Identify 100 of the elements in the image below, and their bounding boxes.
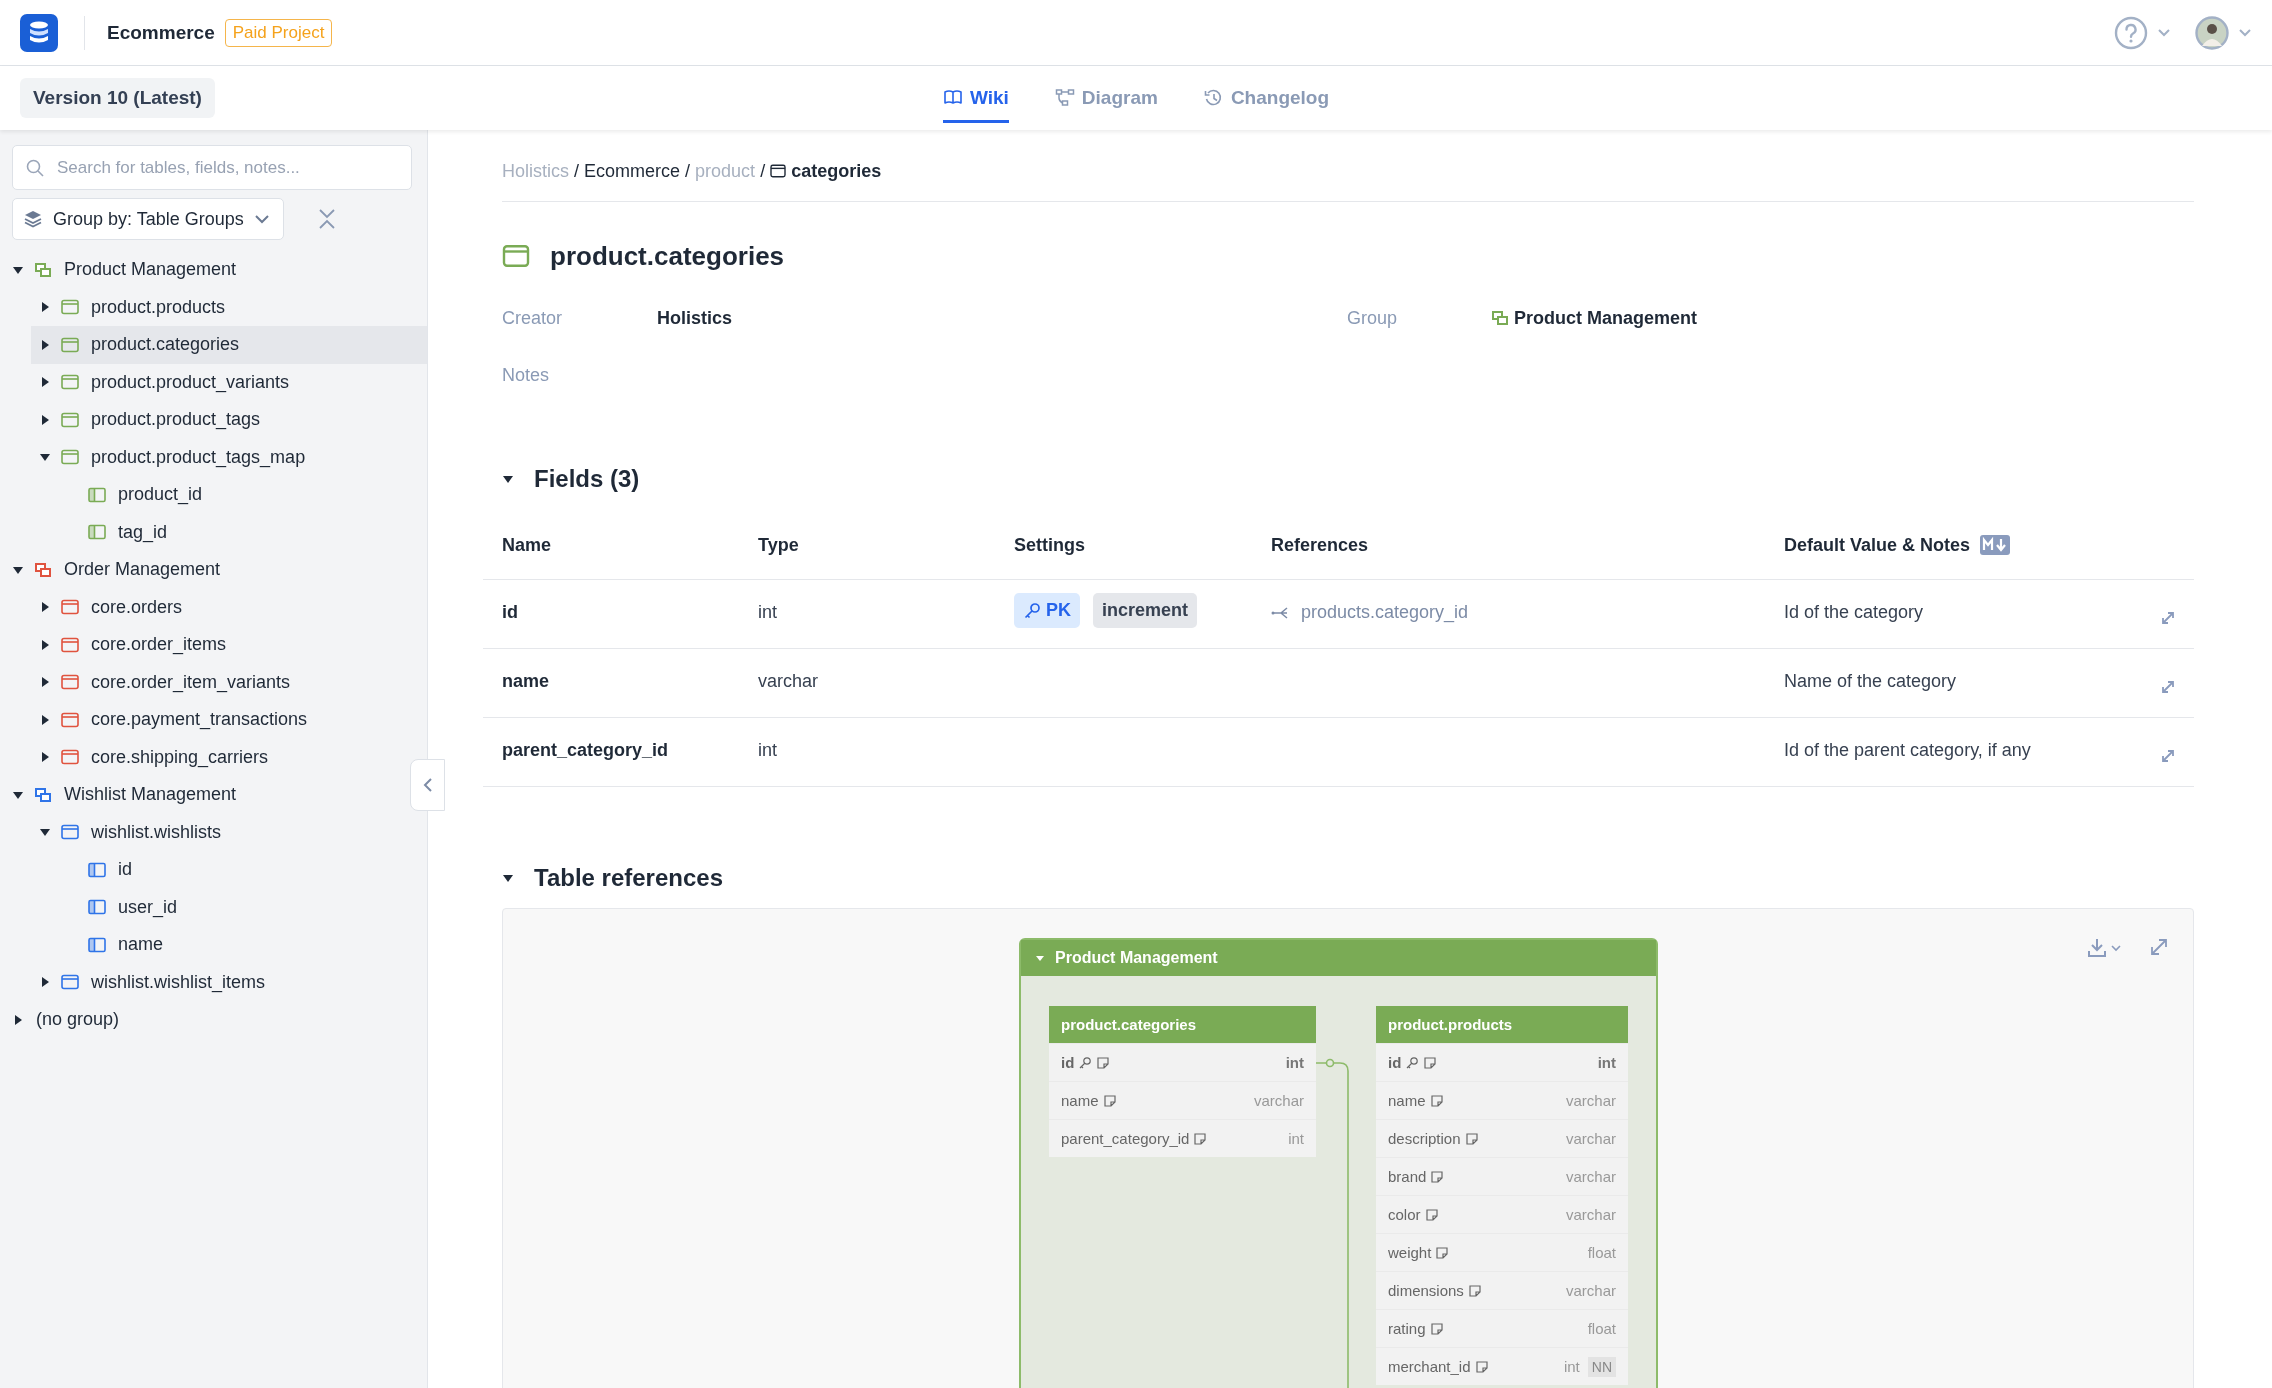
breadcrumb-separator: / bbox=[685, 160, 691, 182]
field-name: dimensions bbox=[1388, 1282, 1464, 1299]
table-icon bbox=[61, 336, 79, 353]
caret-icon[interactable] bbox=[39, 301, 51, 314]
caret-icon[interactable] bbox=[39, 676, 51, 689]
expand-icon[interactable] bbox=[2160, 679, 2176, 695]
tree-item[interactable]: product_id bbox=[58, 476, 211, 514]
download-icon[interactable] bbox=[2087, 937, 2123, 959]
reference-link[interactable]: products.category_id bbox=[1271, 602, 1469, 623]
tree-item[interactable]: core.order_items bbox=[31, 626, 235, 664]
table-icon bbox=[61, 636, 79, 653]
table-icon bbox=[61, 711, 79, 728]
meta-label: Group bbox=[1347, 307, 1399, 329]
tree-item[interactable]: core.orders bbox=[31, 588, 191, 626]
search-field[interactable]: Search for tables, fields, notes... bbox=[12, 145, 412, 190]
collapse-all-icon[interactable] bbox=[317, 208, 337, 230]
app-logo[interactable] bbox=[20, 13, 58, 52]
tree-item[interactable]: (no group) bbox=[4, 1001, 128, 1039]
tab[interactable]: Wiki bbox=[942, 73, 1009, 123]
field-name: id bbox=[1388, 1054, 1402, 1071]
tree-item[interactable]: Order Management bbox=[4, 551, 229, 589]
tree-item[interactable]: id bbox=[58, 851, 140, 889]
tree-item[interactable]: core.shipping_carriers bbox=[31, 738, 277, 776]
expand-icon[interactable] bbox=[2149, 937, 2169, 957]
field-name: weight bbox=[1388, 1244, 1432, 1261]
note-icon bbox=[1429, 1093, 1444, 1108]
field-type: int bbox=[1597, 1054, 1616, 1071]
tree-item[interactable]: product.products bbox=[31, 288, 234, 326]
tree-item[interactable]: wishlist.wishlists bbox=[31, 813, 230, 851]
tree-item[interactable]: product.categories bbox=[31, 326, 427, 364]
meta-label: Notes bbox=[502, 364, 551, 387]
table-icon bbox=[61, 374, 79, 391]
tree-item[interactable]: tag_id bbox=[58, 513, 176, 551]
table-icon bbox=[61, 599, 79, 616]
chevron-down-icon bbox=[2157, 27, 2171, 38]
tree-item[interactable]: Wishlist Management bbox=[4, 776, 245, 814]
tree-item[interactable]: product.product_tags_map bbox=[31, 438, 314, 476]
caret-icon[interactable] bbox=[39, 638, 51, 651]
tree-item[interactable]: core.payment_transactions bbox=[31, 701, 316, 739]
column-header: Name bbox=[502, 534, 552, 556]
table-group-icon bbox=[1491, 310, 1509, 326]
caret-icon[interactable] bbox=[39, 713, 51, 726]
field-name: color bbox=[1388, 1206, 1421, 1223]
expand-icon[interactable] bbox=[2160, 610, 2176, 626]
group-by-dropdown[interactable]: Group by: Table Groups bbox=[12, 198, 284, 240]
field-icon bbox=[88, 524, 106, 541]
chevron-down-icon bbox=[253, 214, 270, 224]
breadcrumb-separator: / bbox=[574, 160, 580, 182]
field-type: varchar bbox=[1565, 1168, 1616, 1185]
chevron-left-icon bbox=[422, 777, 433, 793]
account-menu-button[interactable] bbox=[2195, 15, 2252, 50]
field-name: id bbox=[502, 602, 518, 623]
column-header: Type bbox=[758, 534, 799, 556]
search-input[interactable]: Search for tables, fields, notes... bbox=[57, 147, 399, 188]
field-name: merchant_id bbox=[1388, 1358, 1471, 1375]
field-note: Id of the parent category, if any bbox=[1784, 740, 2031, 761]
version-selector[interactable]: Version 10 (Latest) bbox=[20, 78, 215, 118]
tree-item[interactable]: wishlist.wishlist_items bbox=[31, 963, 274, 1001]
field-icon bbox=[88, 899, 106, 916]
caret-icon[interactable] bbox=[502, 872, 514, 884]
field-type: varchar bbox=[1565, 1282, 1616, 1299]
caret-icon[interactable] bbox=[39, 338, 51, 351]
tree-item[interactable]: Product Management bbox=[4, 251, 245, 289]
tree-item[interactable]: user_id bbox=[58, 888, 186, 926]
caret-icon[interactable] bbox=[39, 376, 51, 389]
breadcrumb-link[interactable]: Ecommerce bbox=[584, 160, 681, 182]
tree-item[interactable]: product.product_tags bbox=[31, 401, 269, 439]
caret-icon[interactable] bbox=[39, 601, 51, 614]
plan-badge: Paid Project bbox=[224, 18, 333, 47]
table-title: product.categories bbox=[550, 240, 785, 272]
field-type: int bbox=[758, 740, 777, 761]
tree-item[interactable]: name bbox=[58, 926, 172, 964]
expand-icon[interactable] bbox=[2160, 748, 2176, 764]
caret-icon[interactable] bbox=[39, 413, 51, 426]
tree-item[interactable]: core.order_item_variants bbox=[31, 663, 299, 701]
caret-icon[interactable] bbox=[39, 976, 51, 989]
note-icon bbox=[1467, 1283, 1482, 1298]
field-name: name bbox=[502, 671, 550, 692]
group-link[interactable]: Product Management bbox=[1514, 307, 1698, 329]
caret-icon[interactable] bbox=[12, 1013, 24, 1026]
caret-icon[interactable] bbox=[39, 751, 51, 764]
tree-item[interactable]: product.product_variants bbox=[31, 363, 298, 401]
caret-icon bbox=[1035, 953, 1045, 963]
field-type: varchar bbox=[1565, 1130, 1616, 1147]
caret-icon[interactable] bbox=[502, 473, 514, 485]
field-name: rating bbox=[1388, 1320, 1426, 1337]
table-icon bbox=[61, 449, 79, 466]
constraint-badge: NN bbox=[1587, 1356, 1616, 1377]
field-note: Id of the category bbox=[1784, 602, 1924, 623]
key-icon bbox=[1078, 1055, 1093, 1070]
field-name: name bbox=[1061, 1092, 1099, 1109]
section-toggle[interactable]: Table references bbox=[502, 861, 2194, 895]
column-header: Default Value & Notes bbox=[1784, 534, 1971, 556]
field-name: id bbox=[1061, 1054, 1075, 1071]
breadcrumb-current: categories bbox=[791, 160, 882, 182]
pk-badge: PK bbox=[1014, 593, 1080, 628]
section-toggle[interactable]: Fields (3) bbox=[502, 462, 2194, 496]
table-icon bbox=[61, 411, 79, 428]
field-type: varchar bbox=[758, 671, 819, 692]
key-icon bbox=[1023, 601, 1041, 620]
